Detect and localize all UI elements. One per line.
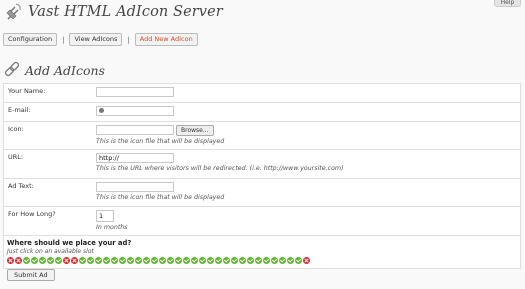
url-row: URL: http:// This is the URL where visit… [4, 150, 520, 179]
section-title: Add AdIcons [25, 62, 105, 78]
available-slot-icon[interactable] [191, 257, 198, 264]
view-adicons-button[interactable]: View AdIcons [69, 33, 123, 46]
available-slot-icon[interactable] [119, 257, 126, 264]
available-slot-icon[interactable] [159, 257, 166, 264]
page-header: Vast HTML AdIcon Server [5, 2, 223, 22]
adtext-note: This is the icon file that will be displ… [96, 194, 225, 201]
available-slot-icon[interactable] [151, 257, 158, 264]
available-slot-icon[interactable] [255, 257, 262, 264]
icon-note: This is the icon file that will be displ… [96, 138, 225, 145]
autofill-icon [99, 108, 104, 113]
available-slot-icon[interactable] [295, 257, 302, 264]
email-label: E-mail: [8, 106, 31, 114]
available-slot-icon[interactable] [231, 257, 238, 264]
howlong-label: For How Long? [8, 210, 56, 218]
available-slot-icon[interactable] [55, 257, 62, 264]
adtext-row: Ad Text: This is the icon file that will… [4, 179, 520, 207]
icon-row: Icon: Browse... This is the icon file th… [4, 122, 520, 150]
section-header: Add AdIcons [3, 60, 105, 80]
available-slot-icon[interactable] [183, 257, 190, 264]
slot-grid [7, 257, 520, 264]
howlong-row: For How Long? 1 In months [4, 207, 520, 236]
add-new-adicon-button[interactable]: Add New AdIcon [134, 33, 198, 46]
available-slot-icon[interactable] [207, 257, 214, 264]
icon-label: Icon: [8, 125, 24, 133]
email-row: E-mail: [4, 103, 520, 122]
plugin-plug-icon [6, 3, 21, 20]
taken-slot-icon [7, 257, 14, 264]
url-input[interactable]: http:// [96, 153, 174, 163]
available-slot-icon[interactable] [103, 257, 110, 264]
taken-slot-icon [63, 257, 70, 264]
adtext-label: Ad Text: [8, 182, 34, 190]
taken-slot-icon [15, 257, 22, 264]
available-slot-icon[interactable] [47, 257, 54, 264]
placement-section: Where should we place your ad? Just clic… [4, 236, 520, 268]
howlong-note: In months [96, 224, 128, 231]
available-slot-icon[interactable] [279, 257, 286, 264]
available-slot-icon[interactable] [239, 257, 246, 264]
available-slot-icon[interactable] [175, 257, 182, 264]
available-slot-icon[interactable] [127, 257, 134, 264]
placement-hint: Just click on an available slot [7, 248, 94, 255]
available-slot-icon[interactable] [223, 257, 230, 264]
add-adicon-form: Your Name: E-mail: Icon: Browse... This … [3, 83, 521, 269]
url-note: This is the URL where visitors will be r… [96, 165, 344, 172]
nav-separator: | [62, 35, 65, 44]
link-chain-icon [4, 61, 20, 77]
available-slot-icon[interactable] [31, 257, 38, 264]
available-slot-icon[interactable] [79, 257, 86, 264]
taken-slot-icon [303, 257, 310, 264]
placement-question: Where should we place your ad? [7, 239, 132, 247]
available-slot-icon[interactable] [39, 257, 46, 264]
email-input[interactable] [96, 106, 174, 116]
available-slot-icon[interactable] [95, 257, 102, 264]
available-slot-icon[interactable] [247, 257, 254, 264]
help-tab[interactable]: Help [494, 0, 521, 7]
available-slot-icon[interactable] [111, 257, 118, 264]
available-slot-icon[interactable] [23, 257, 30, 264]
available-slot-icon[interactable] [271, 257, 278, 264]
available-slot-icon[interactable] [167, 257, 174, 264]
available-slot-icon[interactable] [199, 257, 206, 264]
nav-separator: | [127, 35, 130, 44]
howlong-input[interactable]: 1 [96, 210, 114, 222]
available-slot-icon[interactable] [287, 257, 294, 264]
nav-buttons: Configuration | View AdIcons | Add New A… [3, 33, 198, 46]
name-input[interactable] [96, 87, 174, 97]
page-title: Vast HTML AdIcon Server [28, 4, 223, 20]
taken-slot-icon [71, 257, 78, 264]
browse-button[interactable]: Browse... [176, 125, 214, 136]
available-slot-icon[interactable] [87, 257, 94, 264]
adtext-input[interactable] [96, 182, 174, 192]
url-label: URL: [8, 153, 24, 161]
submit-ad-button[interactable]: Submit Ad [7, 269, 55, 281]
name-label: Your Name: [8, 87, 46, 95]
available-slot-icon[interactable] [135, 257, 142, 264]
available-slot-icon[interactable] [215, 257, 222, 264]
name-row: Your Name: [4, 84, 520, 103]
configuration-button[interactable]: Configuration [3, 33, 58, 46]
icon-file-input[interactable] [96, 125, 174, 135]
available-slot-icon[interactable] [263, 257, 270, 264]
available-slot-icon[interactable] [143, 257, 150, 264]
